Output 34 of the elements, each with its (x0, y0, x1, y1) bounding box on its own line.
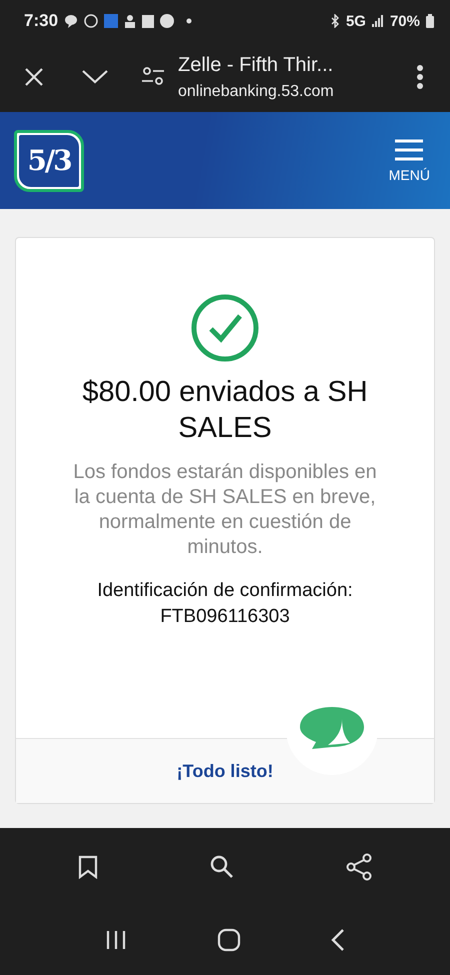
person-icon (124, 14, 136, 28)
dot-icon (186, 18, 192, 24)
signal-icon (372, 15, 384, 27)
bookmark-icon[interactable] (78, 854, 98, 878)
circle-icon (160, 14, 174, 28)
close-icon[interactable] (24, 67, 44, 87)
back-icon[interactable] (331, 928, 345, 952)
square-icon (142, 14, 154, 28)
site-settings-icon[interactable] (142, 67, 164, 87)
recent-apps-icon[interactable] (105, 929, 127, 951)
menu-icon[interactable] (394, 138, 424, 160)
confirmation-message: Los fondos estarán disponibles en la cuenta de SH SALES en breve, normalmente en cuestión de minutos. (72, 460, 378, 560)
circle-icon (84, 14, 98, 28)
confirmation-id-label: Identificación de confirmación: (97, 580, 353, 602)
menu-button[interactable]: MENÚ (388, 138, 430, 182)
app-icon (104, 14, 118, 28)
more-icon[interactable] (416, 65, 424, 89)
battery-percent: 70% (390, 12, 420, 30)
page-url[interactable]: onlinebanking.53.com (178, 82, 416, 100)
success-check-icon (191, 294, 259, 362)
chevron-down-icon[interactable] (82, 70, 108, 84)
page-title: Zelle - Fifth Thir... (178, 54, 334, 76)
share-icon[interactable] (346, 852, 372, 880)
done-link[interactable]: ¡Todo listo! (176, 760, 274, 782)
search-icon[interactable] (210, 854, 234, 878)
bluetooth-icon (330, 14, 340, 28)
battery-icon (426, 14, 434, 28)
network-label: 5G (346, 12, 366, 30)
message-icon (64, 13, 78, 29)
confirmation-id: FTB096116303 (160, 606, 290, 628)
bank-logo[interactable]: 5/3 (14, 130, 84, 192)
home-icon[interactable] (217, 928, 241, 952)
confirmation-headline: $80.00 enviados a SH SALES (81, 375, 369, 446)
status-time: 7:30 (24, 11, 58, 31)
